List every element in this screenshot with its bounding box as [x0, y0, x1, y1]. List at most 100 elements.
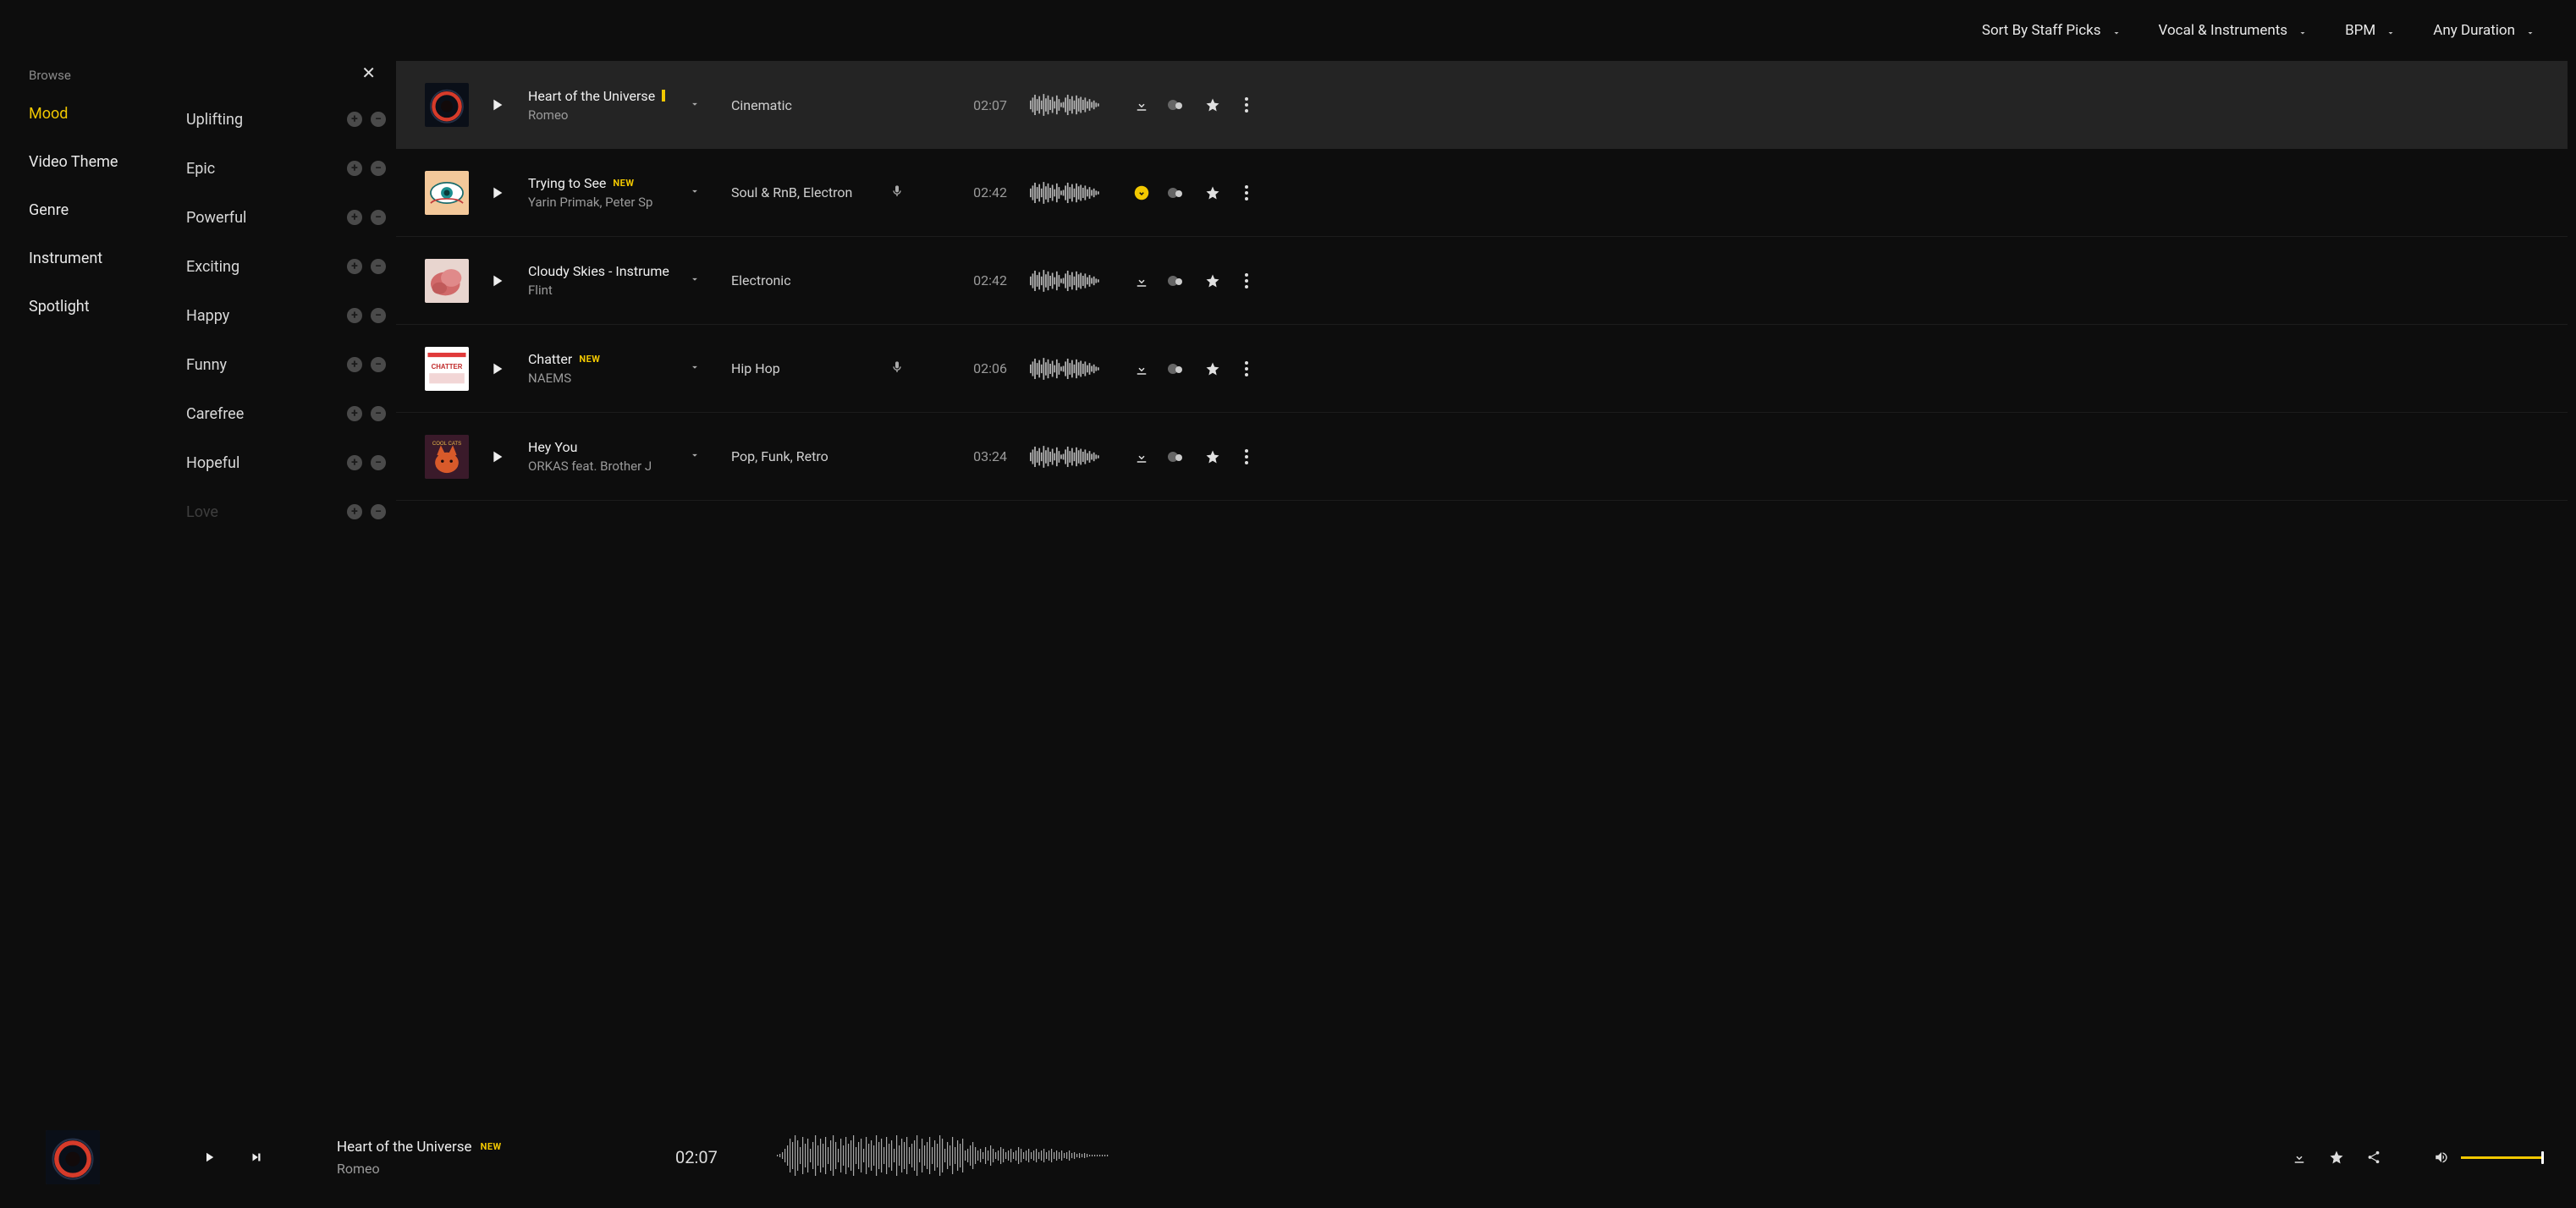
track-album-art[interactable]	[425, 83, 469, 127]
mood-include-button[interactable]: +	[347, 112, 362, 127]
track-artist[interactable]: ORKAS feat. Brother J	[528, 458, 672, 474]
more-options-button[interactable]	[1239, 97, 1254, 113]
favorite-button[interactable]	[1205, 185, 1220, 200]
similar-tracks-button[interactable]	[1168, 449, 1186, 464]
duration-filter[interactable]: Any Duration	[2433, 22, 2535, 39]
mood-label[interactable]: Exciting	[186, 258, 239, 276]
mood-include-button[interactable]: +	[347, 308, 362, 323]
track-album-art[interactable]	[425, 435, 469, 479]
mood-exclude-button[interactable]: −	[371, 308, 386, 323]
mood-label[interactable]: Hopeful	[186, 454, 239, 472]
track-row[interactable]: Cloudy Skies - InstrumeFlintElectronic02…	[396, 237, 2568, 325]
mood-label[interactable]: Funny	[186, 356, 227, 374]
similar-tracks-button[interactable]	[1168, 361, 1186, 376]
mood-include-button[interactable]: +	[347, 357, 362, 372]
player-album-art[interactable]	[46, 1130, 100, 1184]
mood-exclude-button[interactable]: −	[371, 259, 386, 274]
mood-label[interactable]: Love	[186, 503, 218, 521]
mood-exclude-button[interactable]: −	[371, 455, 386, 470]
mood-include-button[interactable]: +	[347, 259, 362, 274]
track-artist[interactable]: Yarin Primak, Peter Sp	[528, 195, 672, 210]
nav-item-mood[interactable]: Mood	[29, 105, 169, 123]
nav-item-genre[interactable]: Genre	[29, 201, 169, 219]
track-play-button[interactable]	[487, 448, 506, 466]
mood-exclude-button[interactable]: −	[371, 112, 386, 127]
track-row[interactable]: ChatterNEWNAEMSHip Hop02:06	[396, 325, 2568, 413]
mood-include-button[interactable]: +	[347, 161, 362, 176]
track-artist[interactable]: Flint	[528, 283, 672, 298]
mood-exclude-button[interactable]: −	[371, 161, 386, 176]
player-download-button[interactable]	[2292, 1150, 2307, 1165]
player-waveform[interactable]	[777, 1130, 1115, 1184]
track-row[interactable]: Hey YouORKAS feat. Brother JPop, Funk, R…	[396, 413, 2568, 501]
similar-tracks-button[interactable]	[1168, 185, 1186, 200]
track-artist[interactable]: Romeo	[528, 107, 672, 123]
mood-label[interactable]: Carefree	[186, 405, 244, 423]
track-waveform[interactable]	[1016, 88, 1117, 122]
track-play-button[interactable]	[487, 360, 506, 378]
mood-exclude-button[interactable]: −	[371, 210, 386, 225]
player-play-button[interactable]	[201, 1149, 217, 1166]
mood-exclude-button[interactable]: −	[371, 406, 386, 421]
more-options-button[interactable]	[1239, 361, 1254, 376]
similar-tracks-button[interactable]	[1168, 97, 1186, 113]
mood-include-button[interactable]: +	[347, 455, 362, 470]
track-title[interactable]: Trying to See	[528, 175, 606, 191]
track-album-art[interactable]	[425, 259, 469, 303]
mood-exclude-button[interactable]: −	[371, 504, 386, 519]
vocal-filter[interactable]: Vocal & Instruments	[2159, 22, 2309, 39]
track-title[interactable]: Heart of the Universe	[528, 88, 655, 104]
player-next-button[interactable]	[249, 1149, 264, 1166]
track-album-art[interactable]	[425, 347, 469, 391]
download-button[interactable]	[1134, 361, 1149, 376]
track-expand-button[interactable]	[689, 448, 711, 464]
nav-item-spotlight[interactable]: Spotlight	[29, 298, 169, 316]
nav-item-video-theme[interactable]: Video Theme	[29, 153, 169, 171]
favorite-button[interactable]	[1205, 449, 1220, 464]
download-button[interactable]	[1134, 273, 1149, 288]
more-options-button[interactable]	[1239, 449, 1254, 464]
favorite-button[interactable]	[1205, 273, 1220, 288]
similar-tracks-button[interactable]	[1168, 273, 1186, 288]
mood-label[interactable]: Uplifting	[186, 111, 243, 129]
track-play-button[interactable]	[487, 96, 506, 114]
track-title[interactable]: Chatter	[528, 351, 572, 367]
track-waveform[interactable]	[1016, 176, 1117, 210]
mood-label[interactable]: Happy	[186, 307, 229, 325]
mood-label[interactable]: Epic	[186, 160, 215, 178]
download-button[interactable]	[1134, 97, 1149, 113]
more-options-button[interactable]	[1239, 185, 1254, 200]
favorite-button[interactable]	[1205, 361, 1220, 376]
track-expand-button[interactable]	[689, 360, 711, 376]
volume-icon[interactable]	[2434, 1150, 2449, 1165]
track-row[interactable]: Trying to SeeNEWYarin Primak, Peter SpSo…	[396, 149, 2568, 237]
track-album-art[interactable]	[425, 171, 469, 215]
mood-label[interactable]: Powerful	[186, 209, 246, 227]
nav-item-instrument[interactable]: Instrument	[29, 250, 169, 267]
favorite-button[interactable]	[1205, 97, 1220, 113]
mood-include-button[interactable]: +	[347, 504, 362, 519]
track-play-button[interactable]	[487, 184, 506, 202]
player-favorite-button[interactable]	[2329, 1150, 2344, 1165]
track-artist[interactable]: NAEMS	[528, 371, 672, 386]
mood-include-button[interactable]: +	[347, 210, 362, 225]
track-waveform[interactable]	[1016, 264, 1117, 298]
volume-slider[interactable]	[2461, 1156, 2542, 1159]
track-waveform[interactable]	[1016, 352, 1117, 386]
track-play-button[interactable]	[487, 272, 506, 290]
close-icon[interactable]: ✕	[361, 64, 376, 81]
track-title[interactable]: Cloudy Skies - Instrume	[528, 263, 669, 279]
bpm-filter[interactable]: BPM	[2345, 22, 2396, 39]
mood-include-button[interactable]: +	[347, 406, 362, 421]
track-expand-button[interactable]	[689, 272, 711, 288]
mood-exclude-button[interactable]: −	[371, 357, 386, 372]
more-options-button[interactable]	[1239, 273, 1254, 288]
track-expand-button[interactable]	[689, 184, 711, 200]
download-button[interactable]	[1134, 185, 1149, 200]
track-row[interactable]: Heart of the UniverseRomeoCinematic02:07	[396, 61, 2568, 149]
track-waveform[interactable]	[1016, 440, 1117, 474]
download-button[interactable]	[1134, 449, 1149, 464]
track-title[interactable]: Hey You	[528, 439, 577, 455]
player-share-button[interactable]	[2366, 1150, 2381, 1165]
sort-filter[interactable]: Sort By Staff Picks	[1982, 22, 2122, 39]
